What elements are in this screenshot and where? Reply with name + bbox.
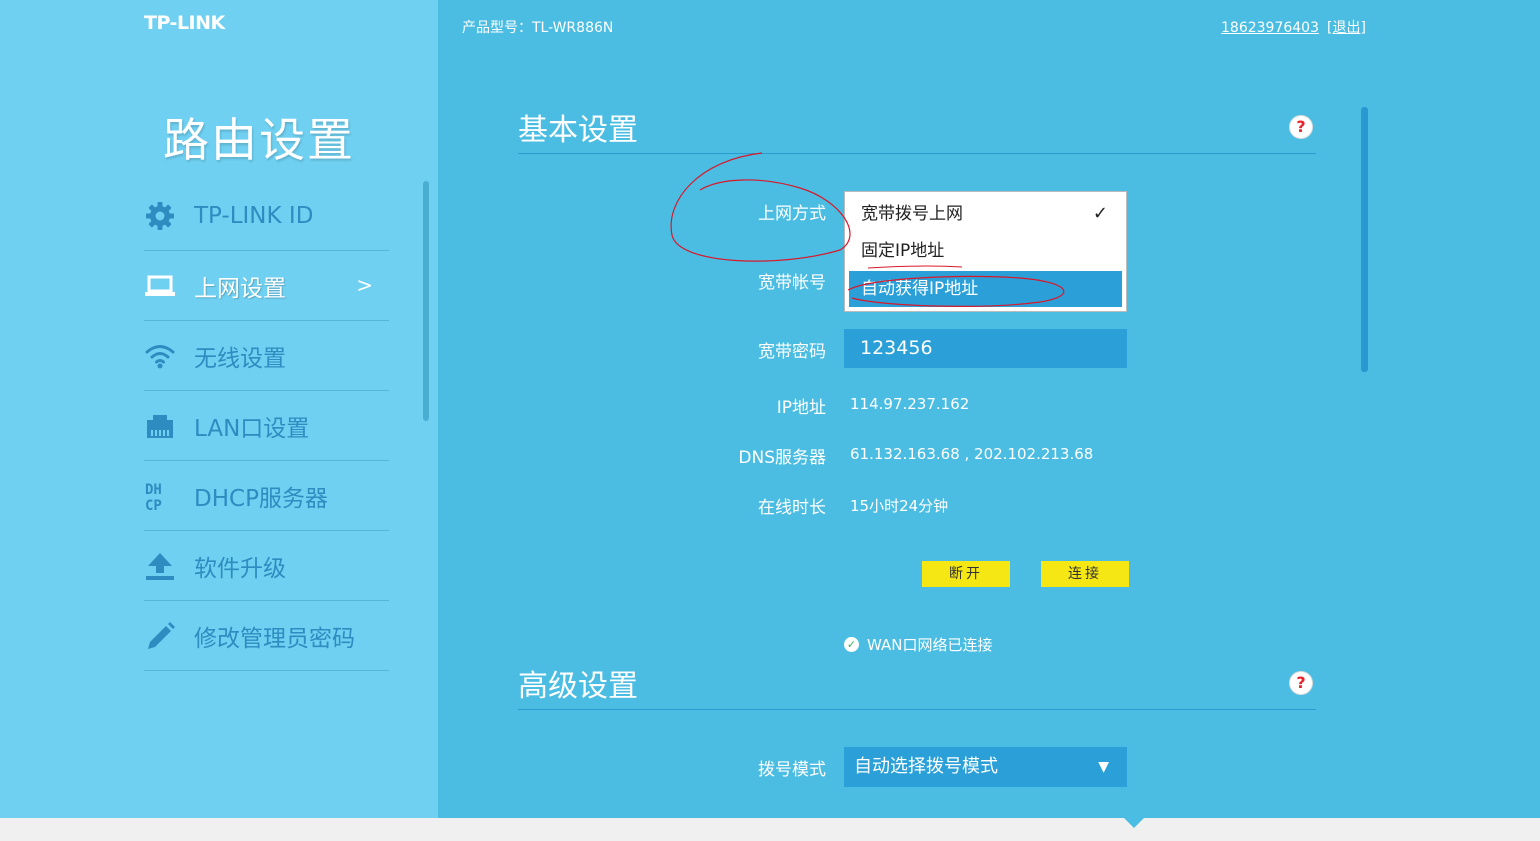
- dial-mode-select[interactable]: 自动选择拨号模式 ▼: [844, 747, 1127, 787]
- sidebar-item-admin-password[interactable]: 修改管理员密码: [144, 601, 389, 671]
- check-icon: ✓: [1092, 203, 1108, 224]
- svg-text:CP: CP: [145, 498, 162, 512]
- conn-option-pppoe[interactable]: 宽带拨号上网 ✓: [849, 196, 1122, 232]
- sidebar-item-label: 软件升级: [194, 555, 286, 582]
- bottom-notch: [1124, 818, 1144, 828]
- sidebar-item-dhcp[interactable]: DH CP DHCP服务器: [144, 461, 389, 531]
- sidebar-menu: TP-LINK ID 上网设置 > 无线设置 LAN口设置 DH CP DHCP服…: [144, 181, 389, 671]
- conn-type-label: 上网方式: [758, 204, 826, 224]
- conn-option-dhcp[interactable]: 自动获得IP地址: [849, 271, 1122, 307]
- user-phone-link[interactable]: 18623976403: [1221, 20, 1319, 36]
- sidebar-item-internet-settings[interactable]: 上网设置 >: [144, 251, 389, 321]
- password-field[interactable]: 123456: [844, 329, 1127, 368]
- sidebar-item-label: 上网设置: [194, 275, 286, 302]
- option-label: 自动获得IP地址: [861, 279, 979, 299]
- sidebar-item-wireless[interactable]: 无线设置: [144, 321, 389, 391]
- option-label: 固定IP地址: [861, 241, 945, 261]
- chevron-right-icon: >: [356, 273, 373, 297]
- sidebar-item-tplink-id[interactable]: TP-LINK ID: [144, 181, 389, 251]
- product-model: 产品型号：TL-WR886N: [462, 20, 614, 36]
- logout-link[interactable]: [退出]: [1327, 20, 1366, 36]
- gear-icon: [144, 200, 176, 232]
- wifi-icon: [144, 340, 176, 372]
- disconnect-button[interactable]: 断开: [922, 561, 1010, 587]
- help-icon[interactable]: ?: [1290, 116, 1312, 138]
- ip-value: 114.97.237.162: [850, 395, 970, 413]
- content-scrollbar[interactable]: [1361, 107, 1368, 372]
- dial-mode-label: 拨号模式: [758, 760, 826, 780]
- sidebar-item-label: 修改管理员密码: [194, 625, 355, 652]
- sidebar-title: 路由设置: [163, 113, 355, 167]
- option-label: 宽带拨号上网: [861, 204, 963, 224]
- account-label: 宽带帐号: [758, 273, 826, 293]
- ip-label: IP地址: [776, 398, 826, 418]
- uptime-value: 15小时24分钟: [850, 497, 949, 515]
- conn-option-static-ip[interactable]: 固定IP地址: [849, 233, 1122, 269]
- sidebar-item-lan[interactable]: LAN口设置: [144, 391, 389, 461]
- dns-label: DNS服务器: [738, 448, 826, 468]
- check-circle-icon: ✓: [844, 637, 859, 652]
- basic-settings-divider: [518, 153, 1316, 154]
- advanced-settings-divider: [518, 709, 1316, 710]
- dial-mode-value: 自动选择拨号模式: [854, 756, 998, 777]
- sidebar-item-label: LAN口设置: [194, 415, 310, 442]
- wan-status: ✓ WAN口网络已连接: [844, 634, 993, 655]
- caret-down-icon: ▼: [1098, 759, 1109, 775]
- lan-port-icon: [144, 410, 176, 442]
- uptime-label: 在线时长: [758, 498, 826, 518]
- connect-button[interactable]: 连接: [1041, 561, 1129, 587]
- help-icon[interactable]: ?: [1290, 672, 1312, 694]
- bottom-bar: [0, 818, 1540, 841]
- password-label: 宽带密码: [758, 342, 826, 362]
- pencil-icon: [144, 620, 176, 652]
- dns-value: 61.132.163.68 , 202.102.213.68: [850, 445, 1094, 463]
- sidebar-item-label: DHCP服务器: [194, 485, 328, 512]
- wan-status-text: WAN口网络已连接: [867, 636, 993, 654]
- conn-type-dropdown[interactable]: 宽带拨号上网 ✓ 固定IP地址 自动获得IP地址: [844, 191, 1127, 312]
- sidebar-item-firmware[interactable]: 软件升级: [144, 531, 389, 601]
- basic-settings-title: 基本设置: [518, 113, 638, 148]
- user-account: 18623976403 [退出]: [1221, 17, 1366, 37]
- dhcp-icon: DH CP: [144, 480, 176, 512]
- upload-icon: [144, 550, 176, 582]
- tp-link-logo: TP-LINK: [144, 12, 225, 34]
- laptop-icon: [144, 270, 176, 302]
- sidebar-item-label: TP-LINK ID: [194, 202, 314, 229]
- advanced-settings-title: 高级设置: [518, 669, 638, 704]
- svg-text:DH: DH: [145, 482, 162, 498]
- sidebar-scrollbar[interactable]: [423, 181, 429, 421]
- sidebar-item-label: 无线设置: [194, 345, 286, 372]
